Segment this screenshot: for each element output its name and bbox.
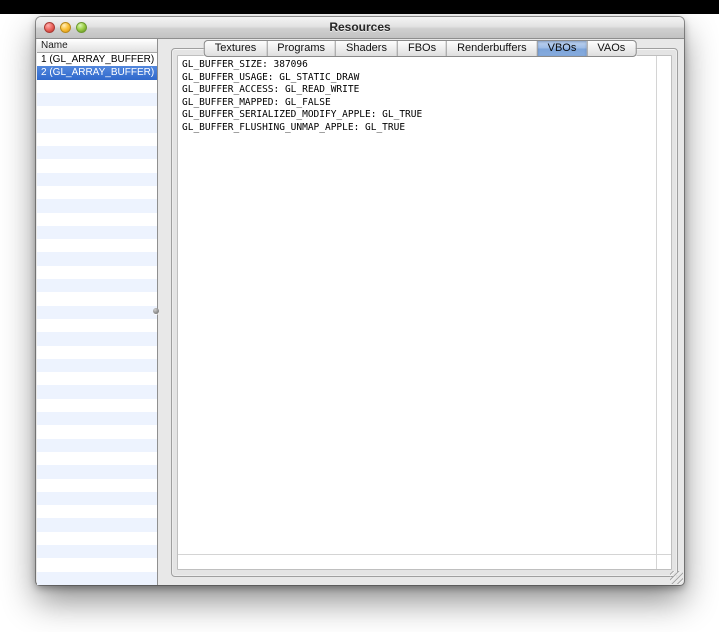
window-title: Resources [36, 20, 684, 34]
resource-list-sidebar: Name 1 (GL_ARRAY_BUFFER)2 (GL_ARRAY_BUFF… [37, 39, 158, 585]
list-item-empty[interactable] [37, 106, 157, 119]
tab-vbos[interactable]: VBOs [537, 41, 587, 56]
buffer-attributes-text: GL_BUFFER_SIZE: 387096GL_BUFFER_USAGE: G… [178, 56, 656, 554]
sidebar-row-list: 1 (GL_ARRAY_BUFFER)2 (GL_ARRAY_BUFFER) [37, 53, 157, 585]
list-item-empty[interactable] [37, 266, 157, 279]
list-item-empty[interactable] [37, 412, 157, 425]
list-item-empty[interactable] [37, 545, 157, 558]
list-item-empty[interactable] [37, 199, 157, 212]
list-item-empty[interactable] [37, 93, 157, 106]
list-item-empty[interactable] [37, 492, 157, 505]
attribute-line: GL_BUFFER_SERIALIZED_MODIFY_APPLE: GL_TR… [182, 109, 656, 122]
list-item-empty[interactable] [37, 306, 157, 319]
name-column-header[interactable]: Name [37, 39, 157, 53]
list-item-empty[interactable] [37, 239, 157, 252]
list-item-empty[interactable] [37, 385, 157, 398]
attribute-line: GL_BUFFER_MAPPED: GL_FALSE [182, 97, 656, 110]
list-item-empty[interactable] [37, 558, 157, 571]
list-item-empty[interactable] [37, 119, 157, 132]
tab-fbos[interactable]: FBOs [397, 41, 446, 56]
list-item-empty[interactable] [37, 146, 157, 159]
resize-grip-icon[interactable] [670, 571, 683, 584]
attribute-line: GL_BUFFER_SIZE: 387096 [182, 59, 656, 72]
scrollbar-corner [656, 554, 671, 569]
tab-shaders[interactable]: Shaders [335, 41, 397, 56]
tab-renderbuffers[interactable]: Renderbuffers [446, 41, 537, 56]
resources-window: Resources Name 1 (GL_ARRAY_BUFFER)2 (GL_… [36, 17, 684, 585]
list-item-empty[interactable] [37, 226, 157, 239]
list-item-empty[interactable] [37, 292, 157, 305]
list-item-empty[interactable] [37, 186, 157, 199]
splitter-handle-icon[interactable] [153, 308, 159, 314]
tab-textures[interactable]: Textures [205, 41, 267, 56]
attribute-line: GL_BUFFER_ACCESS: GL_READ_WRITE [182, 84, 656, 97]
list-item-empty[interactable] [37, 319, 157, 332]
list-item-empty[interactable] [37, 279, 157, 292]
list-item-empty[interactable] [37, 359, 157, 372]
list-item[interactable]: 2 (GL_ARRAY_BUFFER) [37, 66, 157, 79]
list-item-empty[interactable] [37, 479, 157, 492]
tab-programs[interactable]: Programs [266, 41, 335, 56]
list-item-empty[interactable] [37, 133, 157, 146]
screenshot-top-black-strip [0, 0, 719, 14]
list-item-empty[interactable] [37, 532, 157, 545]
title-bar[interactable]: Resources [36, 17, 684, 39]
list-item-empty[interactable] [37, 465, 157, 478]
attribute-line: GL_BUFFER_FLUSHING_UNMAP_APPLE: GL_TRUE [182, 122, 656, 135]
list-item-empty[interactable] [37, 452, 157, 465]
horizontal-scrollbar[interactable] [178, 554, 656, 569]
list-item-empty[interactable] [37, 173, 157, 186]
list-item-empty[interactable] [37, 518, 157, 531]
list-item-empty[interactable] [37, 332, 157, 345]
attributes-scroll-area: GL_BUFFER_SIZE: 387096GL_BUFFER_USAGE: G… [177, 55, 672, 570]
list-item[interactable]: 1 (GL_ARRAY_BUFFER) [37, 53, 157, 66]
tab-vaos[interactable]: VAOs [586, 41, 635, 56]
list-item-empty[interactable] [37, 372, 157, 385]
list-item-empty[interactable] [37, 213, 157, 226]
tab-bar: TexturesProgramsShadersFBOsRenderbuffers… [204, 40, 637, 57]
list-item-empty[interactable] [37, 505, 157, 518]
list-item-empty[interactable] [37, 425, 157, 438]
list-item-empty[interactable] [37, 399, 157, 412]
attribute-line: GL_BUFFER_USAGE: GL_STATIC_DRAW [182, 72, 656, 85]
list-item-empty[interactable] [37, 346, 157, 359]
list-item-empty[interactable] [37, 572, 157, 585]
list-item-empty[interactable] [37, 252, 157, 265]
list-item-empty[interactable] [37, 80, 157, 93]
vertical-scrollbar[interactable] [656, 56, 671, 554]
list-item-empty[interactable] [37, 159, 157, 172]
tab-content-box: GL_BUFFER_SIZE: 387096GL_BUFFER_USAGE: G… [171, 48, 678, 577]
list-item-empty[interactable] [37, 439, 157, 452]
